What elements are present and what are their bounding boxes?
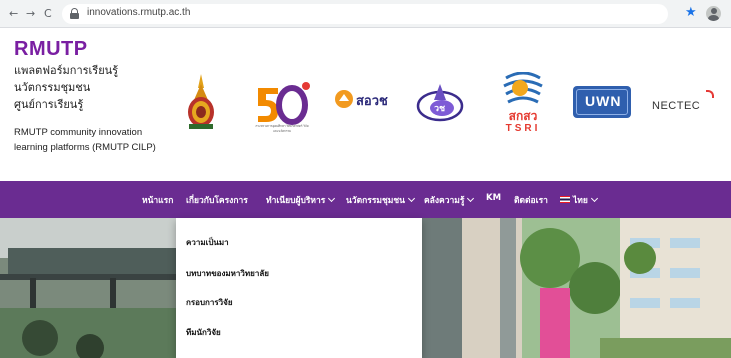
dropdown-item-research-team[interactable]: ทีมนักวิจัย xyxy=(186,326,221,339)
thai-flag-icon xyxy=(560,196,570,203)
tagline-line-2: นวัตกรรมชุมชน xyxy=(14,81,91,94)
tagline-line-1: แพลตฟอร์มการเรียนรู้ xyxy=(14,64,119,77)
menu-item-home[interactable]: หน้าแรก xyxy=(142,193,173,207)
menu-item-knowledge-label: คลังความรู้ xyxy=(424,196,465,206)
menu-item-km[interactable]: KM xyxy=(486,193,501,203)
menu-item-innovation[interactable]: นวัตกรรมชุมชน xyxy=(346,193,415,207)
chevron-down-icon xyxy=(407,194,415,203)
nrct-logo-text: วช xyxy=(434,103,446,113)
url-text: innovations.rmutp.ac.th xyxy=(87,7,191,18)
menu-item-contact[interactable]: ติดต่อเรา xyxy=(514,193,548,207)
mhesi-logo: กระทรวงการอุดมศึกษา วิทยาศาสตร์ วิจัยและ… xyxy=(254,80,310,134)
site-brand[interactable]: RMUTP xyxy=(14,38,88,61)
nectec-logo-text: NECTEC xyxy=(652,100,701,112)
nrct-logo: วช xyxy=(416,82,464,128)
tagline-line-3: ศูนย์การเรียนรู้ xyxy=(14,98,84,111)
uwn-logo-text: UWN xyxy=(585,93,622,109)
lock-icon xyxy=(70,8,79,19)
nectec-logo: NECTEC xyxy=(652,90,714,113)
dropdown-item-university-role[interactable]: บทบาทของมหาวิทยาลัย xyxy=(186,267,269,280)
menu-item-registration-label: ทำเนียบผู้บริหาร xyxy=(266,196,326,206)
menu-item-language-label: ไทย xyxy=(573,196,588,206)
tsri-logo-en: TSRI xyxy=(505,123,541,134)
star-icon[interactable]: ★ xyxy=(685,5,697,20)
about-dropdown-menu: ความเป็นมา บทบาทของมหาวิทยาลัย กรอบการวิ… xyxy=(176,218,422,358)
menu-item-knowledge[interactable]: คลังความรู้ xyxy=(424,193,475,207)
browser-toolbar: ← → C innovations.rmutp.ac.th ★ xyxy=(0,0,731,28)
menu-item-registration[interactable]: ทำเนียบผู้บริหาร xyxy=(266,193,336,207)
back-button[interactable]: ← xyxy=(9,7,18,21)
forward-button[interactable]: → xyxy=(26,7,35,21)
dropdown-item-background[interactable]: ความเป็นมา xyxy=(186,236,229,249)
chevron-down-icon xyxy=(590,194,598,203)
address-bar[interactable]: innovations.rmutp.ac.th xyxy=(62,4,668,24)
main-menu: หน้าแรก เกี่ยวกับโครงการ ทำเนียบผู้บริหา… xyxy=(0,181,731,218)
mhesi-caption: กระทรวงการอุดมศึกษา วิทยาศาสตร์ วิจัยและ… xyxy=(255,124,309,133)
svov-logo-text: สอวช xyxy=(356,93,388,108)
dropdown-item-research-framework[interactable]: กรอบการวิจัย xyxy=(186,296,233,309)
profile-icon[interactable] xyxy=(706,6,721,21)
menu-item-about[interactable]: เกี่ยวกับโครงการ xyxy=(186,193,248,207)
chevron-down-icon xyxy=(328,194,336,203)
tsri-logo: สกสว TSRI xyxy=(500,71,546,138)
chevron-down-icon xyxy=(467,194,475,203)
rmutp-seal-logo xyxy=(186,74,216,134)
site-description: RMUTP community innovation learning plat… xyxy=(14,127,156,153)
menu-item-innovation-label: นวัตกรรมชุมชน xyxy=(346,196,405,206)
uwn-logo: UWN xyxy=(573,86,631,118)
svov-logo: สอวช xyxy=(334,89,388,113)
reload-button[interactable]: C xyxy=(44,7,52,21)
menu-item-language[interactable]: ไทย xyxy=(560,193,598,207)
